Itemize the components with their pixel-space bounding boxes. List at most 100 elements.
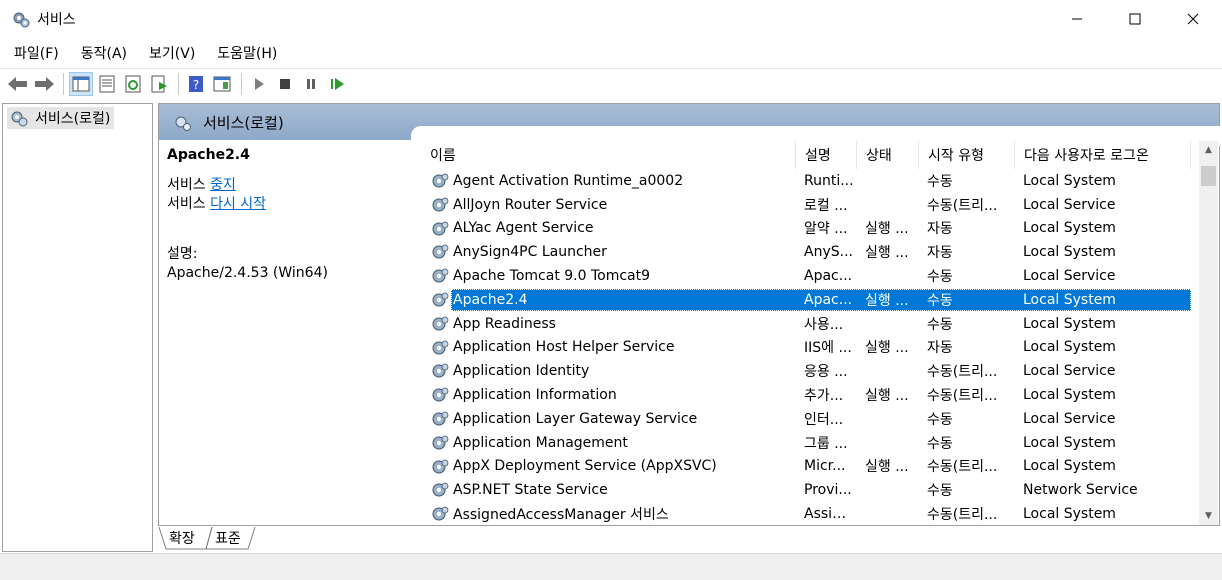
- stop-service-button[interactable]: [273, 72, 297, 96]
- service-row[interactable]: AllJoyn Router Service 로컬 ... 수동(트리... Loca…: [421, 193, 1199, 217]
- service-row[interactable]: Apache2.4 Apac... 실행 ... 수동 Local System: [421, 288, 1199, 312]
- service-description-panel: Apache2.4 서비스 중지 서비스 다시 시작 설명: Apache/2.…: [167, 146, 407, 283]
- show-hide-tree-icon: [72, 76, 90, 91]
- service-row[interactable]: Apache Tomcat 9.0 Tomcat9 Apac... 수동 Local …: [421, 264, 1199, 288]
- show-hide-tree-button[interactable]: [69, 71, 93, 96]
- back-button[interactable]: [6, 72, 30, 96]
- service-logon-cell: Local System: [1023, 387, 1116, 404]
- scrollbar-thumb[interactable]: [1201, 166, 1216, 186]
- tab-extended[interactable]: 확장: [169, 527, 195, 549]
- services-search-icon: [175, 116, 191, 131]
- column-header-description[interactable]: 설명: [796, 141, 857, 169]
- service-logon-cell: Local System: [1023, 339, 1116, 356]
- service-startup-type-cell: 수동: [927, 411, 953, 428]
- column-header-startup-type[interactable]: 시작 유형: [919, 141, 1015, 169]
- service-logon-cell: Local System: [1023, 315, 1116, 332]
- column-desc-label: 설명: [805, 148, 831, 164]
- restart-service-link[interactable]: 다시 시작: [210, 196, 266, 212]
- pause-service-button[interactable]: [299, 72, 323, 96]
- service-status-cell: 실행 ...: [865, 292, 909, 309]
- help-button[interactable]: ?: [184, 72, 208, 96]
- service-row[interactable]: App Readiness 사용... 수동 Local System: [421, 312, 1199, 336]
- service-name-cell: AnySign4PC Launcher: [453, 244, 607, 261]
- service-row[interactable]: ALYac Agent Service 알약 ... 실행 ... 자동 Local S…: [421, 217, 1199, 241]
- pause-service-icon: [307, 78, 315, 89]
- service-row[interactable]: Agent Activation Runtime_a0002 Runti... 수동…: [421, 169, 1199, 193]
- toolbar: ?: [0, 68, 1222, 98]
- title-bar: 서비스: [0, 0, 1222, 38]
- services-gear-icon: [11, 111, 28, 127]
- window-title: 서비스: [37, 12, 76, 28]
- scroll-down-icon[interactable]: ▼: [1199, 507, 1218, 525]
- properties-button[interactable]: [95, 72, 119, 96]
- column-header-status[interactable]: 상태: [857, 141, 919, 169]
- service-logon-cell: Local System: [1023, 244, 1116, 261]
- pane-title-text: 서비스(로컬): [203, 114, 284, 132]
- action-prefix: 서비스: [167, 196, 206, 212]
- service-gear-icon: [432, 316, 449, 331]
- service-gear-icon: [432, 173, 449, 188]
- service-row[interactable]: Application Management 그룹 ... 수동 Local Syst…: [421, 431, 1199, 455]
- maximize-button[interactable]: [1106, 0, 1164, 38]
- description-label: 설명:: [167, 246, 198, 262]
- view-tabs: 확장 표준: [158, 527, 458, 551]
- service-gear-icon: [432, 197, 449, 212]
- close-icon: [1187, 13, 1199, 25]
- menu-action[interactable]: 동작(A): [75, 43, 133, 63]
- service-startup-type-cell: 수동(트리...: [927, 459, 998, 476]
- minimize-button[interactable]: [1048, 0, 1106, 38]
- service-row[interactable]: ASP.NET State Service Provi... 수동 Network S…: [421, 478, 1199, 502]
- service-startup-type-cell: 수동: [927, 316, 953, 333]
- restart-service-button[interactable]: [325, 72, 349, 96]
- show-action-pane-button[interactable]: [210, 72, 234, 96]
- service-status-cell: 실행 ...: [865, 340, 909, 357]
- export-list-button[interactable]: [147, 72, 171, 96]
- refresh-icon: [125, 75, 141, 92]
- service-logon-cell: Local System: [1023, 220, 1116, 237]
- start-service-button[interactable]: [247, 72, 271, 96]
- service-startup-type-cell: 수동: [927, 269, 953, 286]
- service-row[interactable]: Application Layer Gateway Service 인터... 수동…: [421, 407, 1199, 431]
- service-description-cell: Apac...: [804, 268, 853, 285]
- service-row[interactable]: AssignedAccessManager 서비스 Assig... 수동(트리..…: [421, 502, 1199, 525]
- service-name-cell: Apache2.4: [453, 291, 528, 308]
- service-logon-cell: Network Service: [1023, 482, 1138, 499]
- svg-text:?: ?: [193, 78, 199, 92]
- column-header-logon-as[interactable]: 다음 사용자로 로그온: [1015, 141, 1191, 169]
- refresh-button[interactable]: [121, 72, 145, 96]
- service-row[interactable]: AnySign4PC Launcher AnyS... 실행 ... 자동 Local …: [421, 240, 1199, 264]
- tab-standard[interactable]: 표준: [215, 527, 241, 549]
- forward-button[interactable]: [32, 72, 56, 96]
- services-list: 이름 ^ 설명 상태 시작 유형 다음 사용자로 로그온 Agent Activ…: [421, 141, 1199, 525]
- service-gear-icon: [432, 435, 449, 450]
- service-startup-type-cell: 수동(트리...: [927, 364, 998, 381]
- stop-service-link[interactable]: 중지: [210, 177, 236, 193]
- column-header-name[interactable]: 이름 ^: [421, 141, 796, 169]
- column-status-label: 상태: [866, 148, 892, 164]
- close-button[interactable]: [1164, 0, 1222, 38]
- service-gear-icon: [432, 387, 449, 402]
- service-name-cell: Application Layer Gateway Service: [453, 410, 698, 427]
- menu-file[interactable]: 파일(F): [8, 43, 65, 63]
- scroll-up-icon[interactable]: ▲: [1199, 141, 1218, 159]
- toolbar-separator: [63, 72, 64, 95]
- service-status-cell: 실행 ...: [865, 459, 909, 476]
- menu-help[interactable]: 도움말(H): [211, 43, 283, 63]
- service-row[interactable]: Application Identity 응용 ... 수동(트리... Local …: [421, 359, 1199, 383]
- service-startup-type-cell: 수동: [927, 173, 953, 190]
- tree-item-services-local[interactable]: 서비스(로컬): [7, 107, 115, 129]
- service-description-cell: 로컬 ...: [804, 197, 848, 214]
- service-startup-type-cell: 수동: [927, 435, 953, 452]
- service-gear-icon: [432, 340, 449, 355]
- service-gear-icon: [432, 482, 449, 497]
- service-row[interactable]: AppX Deployment Service (AppXSVC) Micr...…: [421, 455, 1199, 479]
- service-row[interactable]: Application Host Helper Service IIS에 ... 실…: [421, 336, 1199, 360]
- service-gear-icon: [432, 292, 449, 307]
- maximize-icon: [1129, 13, 1141, 25]
- menu-view[interactable]: 보기(V): [143, 43, 201, 63]
- vertical-scrollbar[interactable]: ▲ ▼: [1199, 141, 1218, 525]
- service-name-cell: Application Information: [453, 387, 617, 404]
- service-description-cell: Apac...: [804, 291, 853, 308]
- service-gear-icon: [432, 244, 449, 259]
- service-row[interactable]: Application Information 추가... 실행 ... 수동(트리.…: [421, 383, 1199, 407]
